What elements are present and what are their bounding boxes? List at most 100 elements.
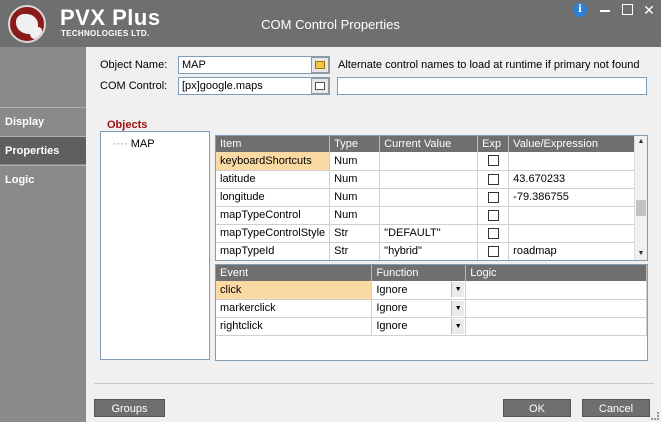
pvx-logo-icon — [8, 5, 46, 43]
brand-subtitle: TECHNOLOGIES LTD. — [61, 29, 150, 38]
col-function-header[interactable]: Function — [371, 265, 467, 281]
com-control-browse-button[interactable] — [311, 78, 329, 94]
col-current-value-header[interactable]: Current Value — [379, 136, 479, 152]
exp-cell — [477, 188, 510, 207]
current-value-cell — [379, 206, 479, 225]
type-cell: Num — [329, 206, 381, 225]
table-row[interactable]: latitude Num 43.670233 — [216, 170, 645, 189]
scroll-down-icon[interactable]: ▼ — [635, 248, 647, 260]
maximize-button[interactable] — [618, 1, 638, 19]
nav-label: Display — [5, 116, 45, 128]
col-logic-header[interactable]: Logic — [465, 265, 647, 281]
exp-checkbox[interactable] — [487, 173, 499, 185]
dropdown-arrow-icon[interactable]: ▼ — [451, 318, 465, 334]
properties-grid[interactable]: Item Type Current Value Exp Value/Expres… — [215, 135, 648, 261]
nav-label: Logic — [5, 174, 35, 186]
resize-grip-icon[interactable] — [651, 412, 659, 420]
value-expression-cell[interactable] — [508, 224, 645, 243]
function-dropdown[interactable]: Ignore ▼ — [371, 317, 467, 336]
function-value: Ignore — [376, 302, 408, 314]
title-bar[interactable]: PVX Plus TECHNOLOGIES LTD. COM Control P… — [0, 0, 661, 47]
com-control-label: COM Control: — [100, 80, 168, 92]
scroll-up-icon[interactable]: ▲ — [635, 136, 647, 148]
exp-checkbox[interactable] — [487, 227, 499, 239]
close-button[interactable]: ✕ — [639, 1, 659, 19]
table-row[interactable]: mapTypeId Str "hybrid" roadmap — [216, 242, 645, 260]
col-item-header[interactable]: Item — [216, 136, 331, 152]
close-icon: ✕ — [643, 2, 655, 18]
value-expression-cell[interactable]: -79.386755 — [508, 188, 645, 207]
objects-title: Objects — [107, 119, 148, 131]
table-row[interactable]: rightclick Ignore ▼ — [216, 317, 647, 336]
current-value-cell — [379, 152, 479, 171]
side-nav: Display Properties Logic — [0, 47, 86, 422]
alternate-names-input[interactable] — [337, 77, 647, 95]
maximize-icon — [622, 4, 633, 15]
scroll-thumb[interactable] — [636, 200, 646, 216]
value-expression-cell[interactable] — [508, 206, 645, 225]
footer-divider — [94, 383, 654, 384]
properties-scrollbar[interactable]: ▲ ▼ — [634, 136, 647, 260]
function-dropdown[interactable]: Ignore ▼ — [371, 281, 467, 300]
value-expression-cell[interactable] — [508, 152, 645, 171]
type-cell: Num — [329, 170, 381, 189]
current-value-cell — [379, 170, 479, 189]
object-name-label: Object Name: — [100, 59, 168, 71]
dropdown-arrow-icon[interactable]: ▼ — [451, 300, 465, 316]
logic-cell[interactable] — [465, 281, 647, 300]
event-cell[interactable]: click — [216, 281, 373, 300]
exp-cell — [477, 152, 510, 171]
value-expression-cell[interactable]: roadmap — [508, 242, 645, 260]
object-name-input[interactable]: MAP — [178, 56, 330, 74]
nav-item-logic[interactable]: Logic — [0, 165, 86, 193]
exp-checkbox[interactable] — [487, 191, 499, 203]
exp-cell — [477, 224, 510, 243]
function-value: Ignore — [376, 320, 408, 332]
exp-checkbox[interactable] — [487, 155, 499, 167]
table-row[interactable]: longitude Num -79.386755 — [216, 188, 645, 207]
item-cell[interactable]: longitude — [216, 188, 331, 207]
nav-item-display[interactable]: Display — [0, 107, 86, 135]
logic-cell[interactable] — [465, 317, 647, 336]
col-event-header[interactable]: Event — [216, 265, 373, 281]
event-cell[interactable]: markerclick — [216, 299, 373, 318]
minimize-button[interactable] — [596, 1, 616, 19]
col-exp-header[interactable]: Exp — [477, 136, 510, 152]
item-cell[interactable]: latitude — [216, 170, 331, 189]
tree-item[interactable]: ···· MAP — [113, 138, 155, 150]
item-cell[interactable]: mapTypeId — [216, 242, 331, 260]
type-cell: Str — [329, 224, 381, 243]
event-cell[interactable]: rightclick — [216, 317, 373, 336]
type-cell: Num — [329, 188, 381, 207]
type-cell: Str — [329, 242, 381, 260]
function-dropdown[interactable]: Ignore ▼ — [371, 299, 467, 318]
object-name-lookup-button[interactable] — [311, 57, 329, 73]
item-cell[interactable]: mapTypeControlStyle — [216, 224, 331, 243]
tree-connector: ···· — [113, 138, 128, 150]
groups-button[interactable]: Groups — [94, 399, 165, 417]
com-control-input[interactable]: [px]google.maps — [178, 77, 330, 95]
value-expression-cell[interactable]: 43.670233 — [508, 170, 645, 189]
table-row[interactable]: mapTypeControl Num — [216, 206, 645, 225]
table-row[interactable]: mapTypeControlStyle Str "DEFAULT" — [216, 224, 645, 243]
item-cell[interactable]: keyboardShortcuts — [216, 152, 331, 171]
logic-cell[interactable] — [465, 299, 647, 318]
current-value-cell: "hybrid" — [379, 242, 479, 260]
table-row[interactable]: markerclick Ignore ▼ — [216, 299, 647, 318]
exp-checkbox[interactable] — [487, 245, 499, 257]
dropdown-arrow-icon[interactable]: ▼ — [451, 282, 465, 297]
table-row[interactable]: click Ignore ▼ — [216, 281, 647, 300]
table-row[interactable]: keyboardShortcuts Num — [216, 152, 645, 171]
exp-checkbox[interactable] — [487, 209, 499, 221]
info-icon[interactable]: i — [573, 3, 587, 17]
item-cell[interactable]: mapTypeControl — [216, 206, 331, 225]
col-value-expression-header[interactable]: Value/Expression — [508, 136, 645, 152]
objects-tree[interactable]: ···· MAP — [100, 131, 210, 360]
current-value-cell: "DEFAULT" — [379, 224, 479, 243]
cancel-button[interactable]: Cancel — [582, 399, 650, 417]
nav-item-properties[interactable]: Properties — [0, 136, 86, 164]
col-type-header[interactable]: Type — [329, 136, 381, 152]
events-grid[interactable]: Event Function Logic click Ignore ▼ marke… — [215, 264, 648, 361]
ok-button[interactable]: OK — [503, 399, 571, 417]
exp-cell — [477, 206, 510, 225]
